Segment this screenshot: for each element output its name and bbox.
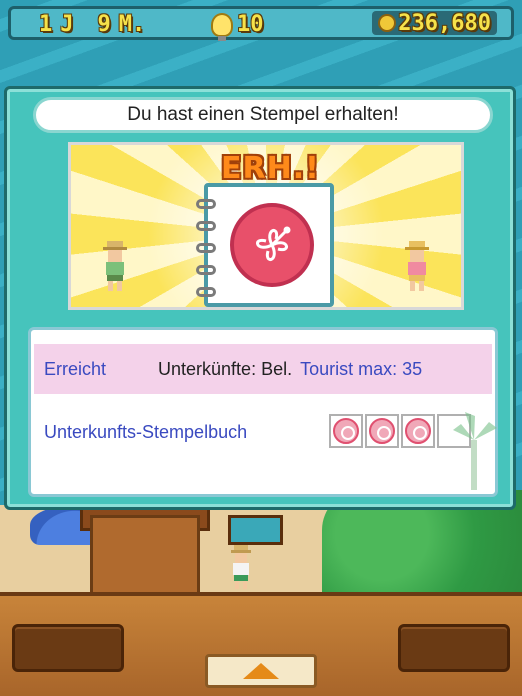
book-rings	[196, 199, 216, 297]
bottom-bar	[0, 592, 522, 696]
stamp-dialog[interactable]: Du hast einen Stempel erhalten! ERH.! Er…	[4, 86, 516, 510]
book-ring	[196, 243, 216, 253]
reached-extra: Tourist max: 35	[300, 358, 423, 379]
stamp-slot-filled	[329, 414, 363, 448]
hut	[90, 515, 200, 595]
expand-menu-button[interactable]	[205, 654, 317, 688]
stamp-slot-filled	[401, 414, 435, 448]
scene-banner: ERH.!	[221, 151, 320, 186]
book-ring	[196, 265, 216, 275]
stamp-book-label: Unterkunfts-Stempelbuch	[44, 422, 248, 442]
mini-stamp-icon	[405, 418, 431, 444]
year-unit: J	[60, 12, 74, 37]
right-menu-button[interactable]	[398, 624, 510, 672]
info-panel: Erreicht Unterkünfte: Bel. Tourist max: …	[28, 327, 498, 497]
stamp-scene: ERH.!	[68, 142, 464, 310]
stamp-book	[196, 183, 334, 307]
mini-stamp-icon	[333, 418, 359, 444]
ideas-value: 10	[237, 12, 264, 37]
dialog-title: Du hast einen Stempel erhalten!	[33, 97, 493, 133]
month-value: 9	[97, 12, 111, 37]
mini-stamp-icon	[369, 418, 395, 444]
coin-icon	[378, 14, 397, 32]
month-unit: M.	[118, 12, 146, 37]
world-tourist	[231, 545, 251, 589]
up-arrow-icon	[243, 663, 279, 679]
palm-decoration	[453, 412, 497, 490]
book-ring	[196, 199, 216, 209]
money-value: 236,680	[398, 10, 491, 36]
character-left	[103, 241, 127, 291]
stamp-slot-filled	[365, 414, 399, 448]
date-display: 1 J 9 M.	[39, 12, 145, 37]
reached-label: Erreicht	[44, 358, 107, 379]
hibiscus-icon	[256, 226, 291, 261]
status-bar: 1 J 9 M. 10 236,680	[8, 6, 514, 41]
book-ring	[196, 287, 216, 297]
reached-row: Erreicht Unterkünfte: Bel. Tourist max: …	[34, 344, 492, 394]
year-value: 1	[39, 12, 53, 37]
reached-value: Unterkünfte: Bel.	[158, 358, 293, 379]
ideas-counter: 10	[211, 12, 264, 41]
money-counter: 236,680	[372, 10, 497, 36]
stamp-slots	[329, 414, 471, 448]
left-menu-button[interactable]	[12, 624, 124, 672]
sign	[228, 515, 283, 545]
book-ring	[196, 221, 216, 231]
hibiscus-stamp	[230, 203, 314, 287]
character-right	[405, 241, 429, 291]
lightbulb-icon	[211, 12, 233, 41]
